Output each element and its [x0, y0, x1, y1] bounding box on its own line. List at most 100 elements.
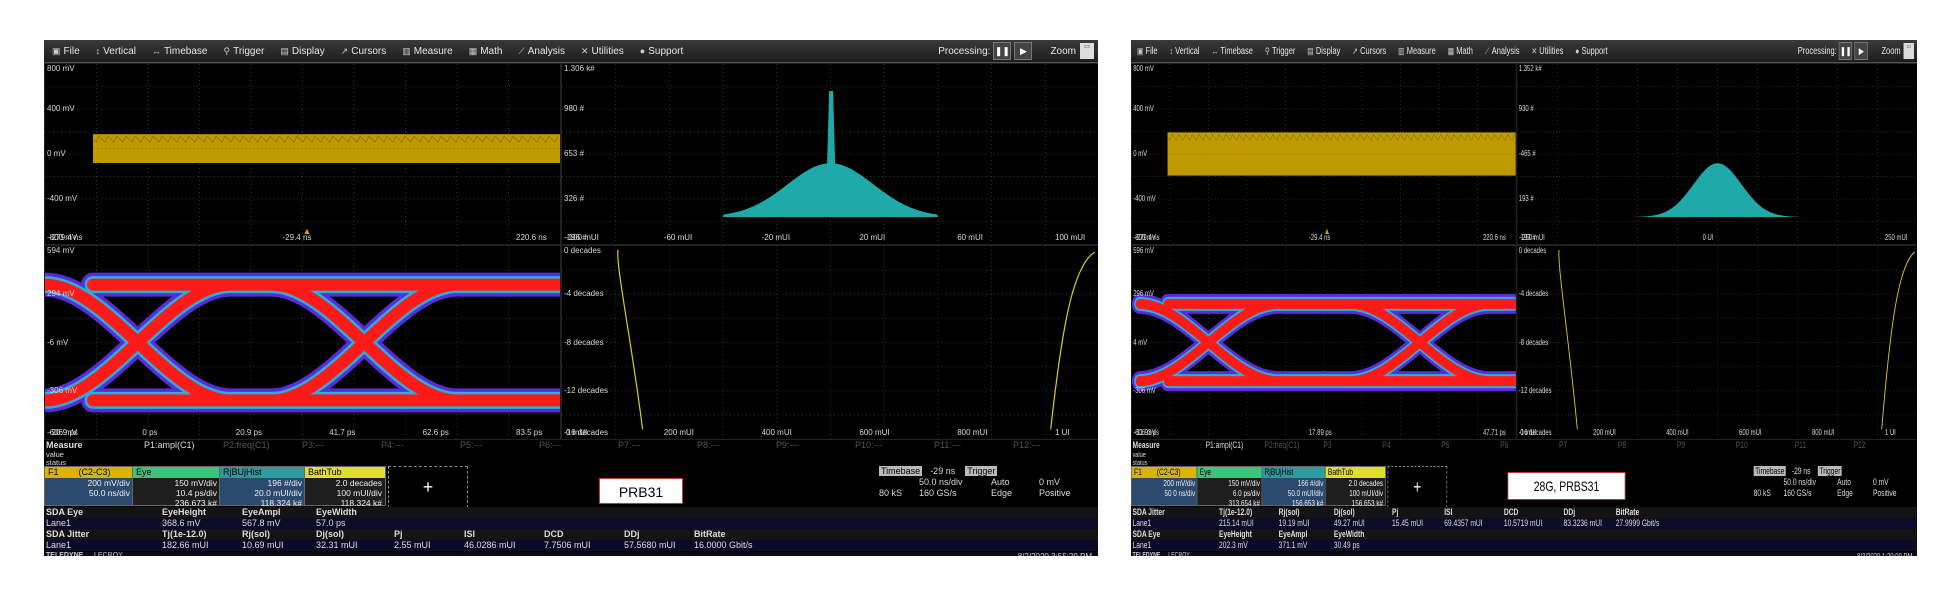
menu-support[interactable]: ● Support — [1569, 46, 1613, 57]
menu-utilities[interactable]: ✕ Utilities — [573, 46, 632, 57]
menu-cursors-label: Cursors — [1360, 45, 1387, 57]
x-tick-label: 0 ps — [142, 428, 158, 437]
measure-row: Measure value status P1:ampl(C1) P2:freq(C1)… — [1131, 440, 1917, 467]
descriptor-f1-source: (C2-C3) — [1156, 467, 1181, 477]
x-tick-label: 20 mUI — [859, 233, 886, 242]
menu-measure[interactable]: ▥ Measure — [394, 46, 460, 57]
x-tick-label: -11.93 ps — [1134, 428, 1160, 437]
descriptor-f1-header: F1 (C2-C3) — [1131, 467, 1198, 478]
measure-param-9[interactable]: P9:--- — [776, 440, 799, 450]
measure-param-5[interactable]: P5:--- — [460, 440, 483, 450]
measure-param-7[interactable]: P7:--- — [618, 440, 641, 450]
menu-display-label: Display — [291, 45, 325, 57]
menu-utilities-label: Utilities — [591, 45, 624, 57]
play-icon[interactable]: ▶ — [1014, 42, 1033, 60]
menu-analysis[interactable]: ⟋ Analysis — [510, 46, 573, 57]
menu-utilities[interactable]: ✕ Utilities — [1525, 46, 1569, 57]
menu-measure[interactable]: ▥ Measure — [1392, 46, 1442, 57]
menu-cursors[interactable]: ↗ Cursors — [1346, 46, 1392, 57]
measure-param-9[interactable]: P9 — [1677, 440, 1685, 450]
processing-label: Processing: — [938, 45, 991, 57]
descriptor-eye[interactable]: Eye 150 mV/div 10.4 ps/div 236.673 k# — [132, 466, 221, 508]
result-value-cell: Lane1 — [46, 518, 72, 528]
measure-param-4[interactable]: P4 — [1382, 440, 1390, 450]
pause-icon[interactable]: ❚❚ — [1838, 42, 1853, 60]
descriptor-bath[interactable]: BathTub 2.0 decades 100 mUI/div 118.324 k# — [304, 466, 386, 508]
timebase-trigger-box[interactable]: Timebase -29 ns Trigger 50.0 ns/div Auto 0 mV… — [1753, 466, 1916, 506]
descriptor-line: 10.4 ps/div — [175, 488, 217, 498]
measure-param-4[interactable]: P4:--- — [381, 440, 404, 450]
play-icon[interactable]: ▶ — [1854, 42, 1869, 60]
y-tick-label: -4 decades — [564, 289, 604, 299]
y-tick-label: -6 mV — [47, 337, 69, 347]
measure-param-6[interactable]: P6 — [1500, 440, 1508, 450]
menu-display[interactable]: ▤ Display — [272, 46, 332, 57]
measure-param-10[interactable]: P10:--- — [855, 440, 883, 450]
measure-param-8[interactable]: P8 — [1618, 440, 1626, 450]
menu-measure-label: Measure — [1406, 45, 1436, 57]
descriptor-eye[interactable]: Eye 150 mV/div 6.0 ps/div 313.654 k# — [1196, 466, 1263, 508]
zoom-window-icon[interactable]: ▭ — [1903, 43, 1914, 59]
add-trace-button[interactable]: + — [388, 466, 468, 508]
menu-timebase[interactable]: ↔ Timebase — [144, 46, 216, 57]
descriptor-rj[interactable]: RjBUjHist 196 #/div 20.0 mUI/div 118.324 k# — [219, 466, 306, 508]
result-header-cell: DDj — [1563, 507, 1576, 517]
descriptor-f1[interactable]: F1 (C2-C3) 200 mV/div 50 0 ns/div — [1131, 466, 1199, 506]
descriptor-f1[interactable]: F1 (C2-C3) 200 mV/div 50.0 ns/div — [44, 466, 134, 506]
measure-param-12[interactable]: P12 — [1854, 440, 1866, 450]
measure-param-12[interactable]: P12:--- — [1013, 440, 1041, 450]
menu-vertical[interactable]: ↕ Vertical — [88, 46, 144, 57]
menu-trigger[interactable]: ⚲ Trigger — [215, 46, 272, 57]
result-header-cell: EyeWidth — [1333, 529, 1365, 539]
trigger-icon: ⚲ — [1264, 45, 1270, 56]
measure-param-1[interactable]: P1:ampl(C1) — [1206, 440, 1244, 450]
descriptor-rj[interactable]: RjBUjHist 166 #/div 50.0 mUI/div 156.653 k# — [1261, 466, 1327, 508]
measure-param-10[interactable]: P10 — [1736, 440, 1748, 450]
zoom-label: Zoom — [1881, 45, 1901, 57]
x-tick-label: 400 mUI — [1666, 428, 1689, 437]
menu-timebase[interactable]: ↔ Timebase — [1206, 46, 1259, 57]
add-trace-button[interactable]: + — [1387, 466, 1448, 508]
brand-logo: TELEDYNE — [46, 552, 84, 556]
descriptor-bath[interactable]: BathTub 2.0 decades 100 mUI/div 156.653 k# — [1324, 466, 1387, 508]
x-tick-label: 800 mUI — [1811, 428, 1835, 437]
measure-param-6[interactable]: P6:--- — [539, 440, 562, 450]
measure-param-7[interactable]: P7 — [1559, 440, 1567, 450]
menu-math[interactable]: ▦ Math — [1442, 46, 1479, 57]
measure-param-11[interactable]: P11 — [1795, 440, 1806, 450]
menu-display[interactable]: ▤ Display — [1301, 46, 1346, 57]
measure-param-11[interactable]: P11:--- — [934, 440, 961, 450]
pause-icon[interactable]: ❚❚ — [993, 42, 1012, 60]
result-header-cell: Rj(sol) — [242, 529, 270, 539]
measure-param-8[interactable]: P8:--- — [697, 440, 720, 450]
display-icon: ▤ — [1307, 45, 1314, 56]
menu-support[interactable]: ● Support — [632, 46, 691, 57]
menu-analysis[interactable]: ⟋ Analysis — [1479, 46, 1526, 57]
menu-vertical[interactable]: ↕ Vertical — [1164, 46, 1206, 57]
menu-vertical-label: Vertical — [1175, 45, 1200, 57]
menu-trigger[interactable]: ⚲ Trigger — [1259, 46, 1301, 57]
measure-param-3[interactable]: P3:--- — [302, 440, 325, 450]
menu-bar: ▣ File ↕ Vertical ↔ Timebase ⚲ Trigger ▤ Display ↗… — [1131, 40, 1917, 63]
menu-file[interactable]: ▣ File — [1131, 46, 1164, 57]
result-value-cell: 2.55 mUI — [394, 540, 431, 550]
menu-bar: ▣ File ↕ Vertical ↔ Timebase ⚲ Trigger ▤ Display ↗… — [44, 40, 1098, 63]
menu-file[interactable]: ▣ File — [44, 46, 88, 57]
measure-param-3[interactable]: P3 — [1323, 440, 1331, 450]
scope-canvas: ▣ File ↕ Vertical ↔ Timebase ⚲ Trigger ▤ Display ↗… — [44, 40, 1098, 556]
menu-cursors[interactable]: ↗ Cursors — [333, 46, 395, 57]
measure-param-2[interactable]: P2:freq(C1) — [223, 440, 270, 450]
result-header-cell: SDA Eye — [1132, 529, 1161, 539]
measure-param-5[interactable]: P5 — [1441, 440, 1449, 450]
measure-param-1[interactable]: P1:ampl(C1) — [144, 440, 195, 450]
zoom-window-icon[interactable]: ▭ — [1080, 43, 1094, 59]
timebase-trigger-box[interactable]: Timebase -29 ns Trigger 50.0 ns/div Auto 0 mV… — [879, 466, 1096, 506]
descriptor-line: 50.0 mUI/div — [1287, 488, 1324, 498]
descriptor-f1-title: F1 — [48, 467, 59, 477]
waveform-panel-plot — [45, 64, 560, 244]
measure-param-2[interactable]: P2:freq(C1) — [1264, 440, 1299, 450]
processing-label: Processing: — [1797, 45, 1837, 57]
timebase-row: 50.0 ns/div Auto 0 mV — [879, 477, 1096, 488]
vertical-icon: ↕ — [1169, 46, 1173, 56]
menu-math[interactable]: ▦ Math — [461, 46, 511, 57]
